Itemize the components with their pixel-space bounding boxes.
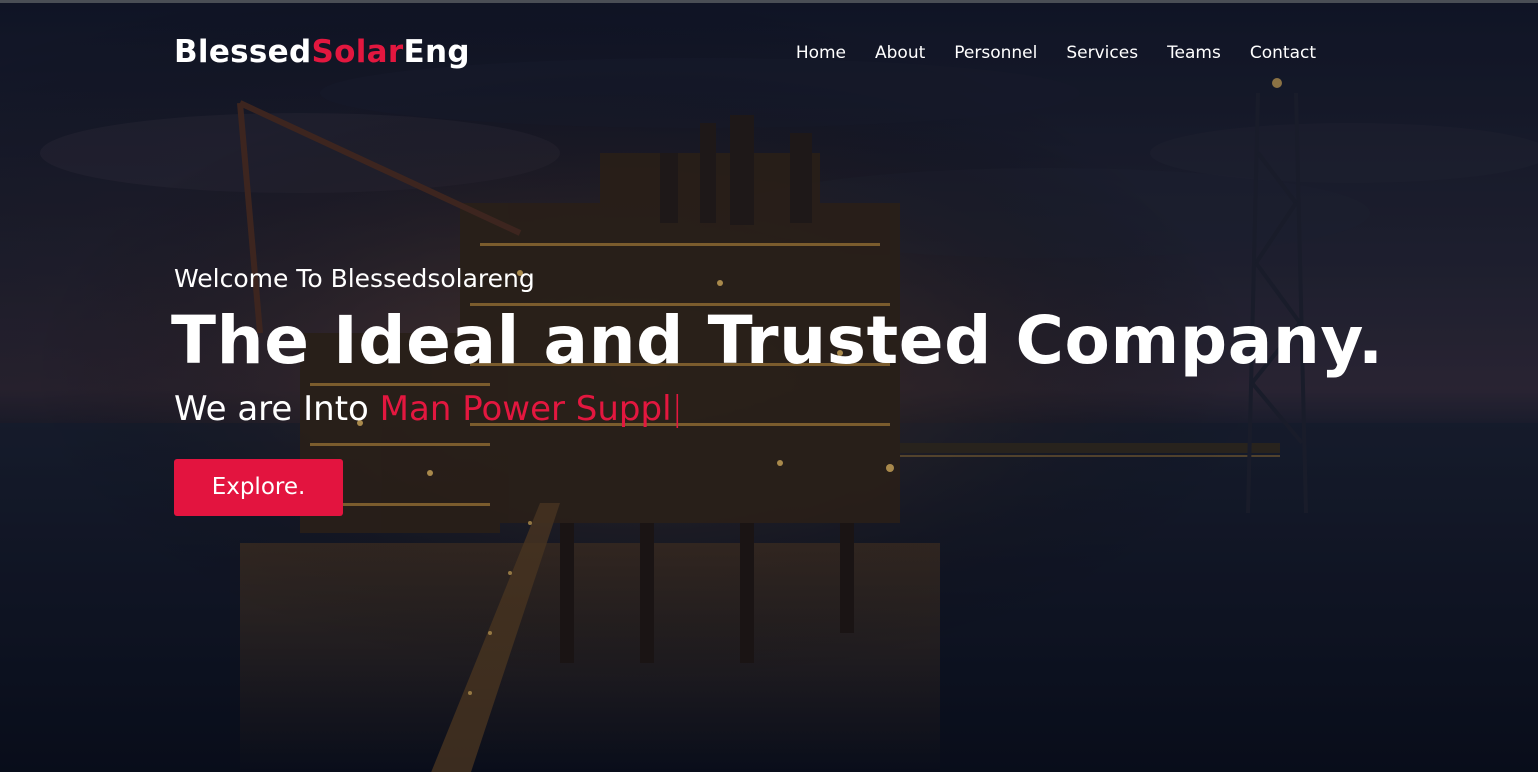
- hero-headline: The Ideal and Trusted Company.: [171, 302, 1384, 379]
- hero-section: Welcome To Blessedsolareng The Ideal and…: [171, 259, 1384, 516]
- nav-link-personnel[interactable]: Personnel: [954, 43, 1037, 63]
- nav-link-services[interactable]: Services: [1066, 43, 1138, 63]
- nav-link-home[interactable]: Home: [796, 43, 846, 63]
- explore-button[interactable]: Explore.: [174, 459, 343, 516]
- nav-link-teams[interactable]: Teams: [1167, 43, 1221, 63]
- navbar: BlessedSolarEng Home About Personnel Ser…: [174, 31, 1316, 81]
- tagline-prefix: We are Into: [174, 389, 380, 429]
- typing-cursor: |: [671, 389, 684, 429]
- hero-welcome-text: Welcome To Blessedsolareng: [174, 264, 535, 293]
- main-nav: Home About Personnel Services Teams Cont…: [796, 43, 1316, 63]
- brand-part-2: Solar: [311, 34, 404, 70]
- page: BlessedSolarEng Home About Personnel Ser…: [0, 0, 1538, 772]
- hero-tagline: We are Into Man Power Suppl|: [174, 385, 1374, 433]
- brand-logo[interactable]: BlessedSolarEng: [174, 34, 470, 70]
- brand-part-3: Eng: [403, 34, 470, 70]
- tagline-typed-text: Man Power Suppl: [379, 389, 672, 429]
- nav-link-about[interactable]: About: [875, 43, 925, 63]
- nav-link-contact[interactable]: Contact: [1250, 43, 1316, 63]
- brand-part-1: Blessed: [174, 34, 312, 70]
